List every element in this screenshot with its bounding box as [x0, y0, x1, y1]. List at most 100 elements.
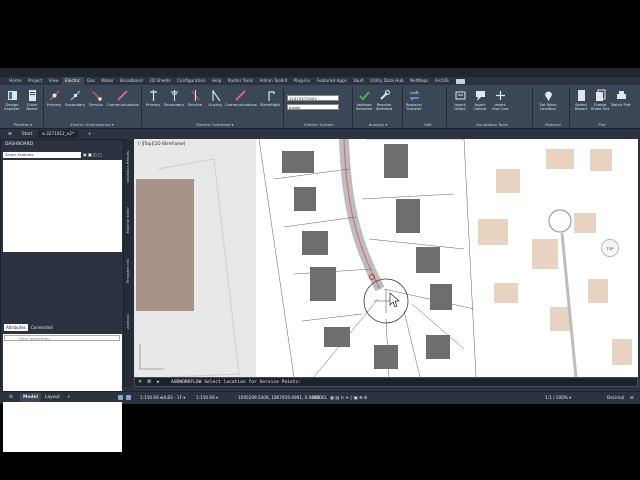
ribbon-tab-help[interactable]: Help	[209, 77, 225, 85]
design-explorer-button[interactable]: Design Explorer	[2, 89, 22, 112]
ug-secondary-button[interactable]: Secondary	[65, 89, 85, 107]
dashboard-toolbar-icons[interactable]: ▣ ■ ◫ □	[83, 152, 102, 157]
oh-primary-button[interactable]: Primary	[143, 89, 163, 107]
clash-board-button[interactable]: Clash Board	[22, 89, 42, 112]
ug-service-button[interactable]: Service	[86, 89, 106, 107]
voltage-combo[interactable]: 12470Y/7200V	[287, 95, 339, 101]
street	[560, 232, 578, 377]
secondary-pole-icon	[170, 90, 178, 101]
tab-drawing[interactable]: a-3271012_v2*	[38, 130, 79, 138]
insert-detail-button[interactable]: Insert Detail	[450, 89, 470, 112]
ribbon-tab-netmaps[interactable]: NetMaps	[407, 77, 432, 85]
location-pin-icon	[544, 91, 552, 101]
replace-transfer-button[interactable]: Replace/ Transfer	[404, 89, 424, 112]
validate-selected-button[interactable]: Validate Selected	[354, 89, 374, 112]
vtab-analysis[interactable]: Analysis	[126, 314, 130, 329]
customize-menu-icon[interactable]: ☰	[630, 394, 634, 401]
vtab-validation-results[interactable]: Validation Results	[126, 151, 130, 183]
command-customize-icon[interactable]: ⚙	[147, 379, 151, 385]
drawing-canvas[interactable]: [-][Top][2D Wireframe] TOP	[134, 139, 638, 377]
electric-overhead-panel-label[interactable]: Electric Overhead ▾	[150, 122, 280, 127]
ribbon-tab-vault[interactable]: Vault	[350, 77, 367, 85]
ribbon-tab-broadband[interactable]: Broadband	[117, 77, 146, 85]
ribbon-tab-electric[interactable]: Electric	[61, 77, 84, 85]
vtab-template-info[interactable]: Template Info	[126, 259, 130, 283]
resolve-selected-button[interactable]: Resolve Selected	[374, 89, 394, 112]
layer-dropdown[interactable]: UL83 - 1F ▾	[162, 394, 185, 401]
ribbon-tab-water[interactable]: Water	[98, 77, 117, 85]
secondary-cable-icon	[69, 90, 81, 101]
oh-streetlight-button[interactable]: Streetlight	[258, 89, 282, 107]
oh-communications-button[interactable]: Communications	[225, 89, 257, 107]
ribbon-tab-project[interactable]: Project	[25, 77, 46, 85]
viewport-controls-label[interactable]: [-][Top][2D Wireframe]	[138, 141, 185, 146]
add-layout-button[interactable]: +	[64, 393, 74, 402]
tab-attributes[interactable]: Attributes	[4, 324, 28, 331]
oh-guying-button[interactable]: Guying	[205, 89, 225, 107]
select-report-button[interactable]: Select Report	[571, 89, 591, 112]
large-building	[136, 179, 194, 311]
resolve-selected-label: Resolve Selected	[375, 102, 393, 112]
ribbon-tab-configuration[interactable]: Configuration	[174, 77, 209, 85]
command-history-icon[interactable]: ▸	[157, 379, 160, 385]
dashboard-panel: DASHBOARD Select features ▣ ■ ◫ □ Attrib…	[0, 139, 124, 452]
oh-service-label: Service	[187, 102, 203, 107]
filter-properties-input[interactable]: Filter properties...	[4, 335, 120, 341]
ribbon-toggle-icon[interactable]	[455, 78, 465, 84]
features-list[interactable]	[3, 160, 122, 252]
ribbon-separator	[446, 87, 447, 127]
select-features-dropdown[interactable]: Select features	[3, 152, 81, 158]
drafting-toggles[interactable]: ▦ ▤ ↻ ✦ ◊ ▣ ⊕ ⚙	[330, 394, 368, 401]
ribbon-tab-plug-ins[interactable]: Plug-ins	[291, 77, 314, 85]
create-sheet-set-button[interactable]: Create Sheet Set	[590, 89, 610, 112]
insert-callout-button[interactable]: Insert Callout	[470, 89, 490, 112]
zoom-dropdown[interactable]: 1:1 / 100% ▾	[545, 394, 571, 401]
analysis-panel-label[interactable]: Analysis ▾	[360, 122, 396, 127]
tab-layout[interactable]: Layout	[42, 393, 63, 402]
phase-combo[interactable]: Install	[287, 104, 339, 110]
ribbon-tab-view[interactable]: View	[45, 77, 61, 85]
title-bar	[0, 68, 640, 77]
ug-communications-button[interactable]: Communications	[107, 89, 139, 107]
app-window: Home Project View Electric Gas Water Broadband…	[0, 68, 640, 452]
ribbon-tab-arcgis[interactable]: ArcGIS	[432, 77, 452, 85]
oh-service-button[interactable]: Service	[185, 89, 205, 107]
ribbon-tab-featured-apps[interactable]: Featured Apps	[313, 77, 350, 85]
tab-start[interactable]: Start	[18, 130, 36, 138]
grid-toggle-icon[interactable]	[118, 395, 123, 400]
ribbon-separator	[569, 87, 570, 127]
command-close-icon[interactable]: ✕	[138, 379, 142, 385]
oh-communications-label: Communications	[225, 102, 257, 107]
palettes-panel-label[interactable]: Palettes ▾	[6, 122, 40, 127]
ribbon-tab-admin-toolkit[interactable]: Admin Toolkit	[256, 77, 290, 85]
add-tab-button[interactable]: +	[84, 130, 96, 138]
map-drawing[interactable]	[134, 139, 638, 377]
vertical-palette-tabs: Validation Results Material Editor Templ…	[124, 139, 134, 387]
ribbon-tab-2d-sheets[interactable]: 2D Sheets	[146, 77, 174, 85]
layout-menu-icon[interactable]: ☰	[6, 393, 16, 402]
tab-model[interactable]: Model	[20, 393, 42, 402]
validate-selected-label: Validate Selected	[355, 102, 373, 112]
ribbon-tab-raster-tools[interactable]: Raster Tools	[225, 77, 257, 85]
annotation-scale[interactable]: 1:150.69 ▾	[196, 394, 218, 401]
electric-underground-panel-label[interactable]: Electric Underground ▾	[48, 122, 136, 127]
oh-secondary-button[interactable]: Secondary	[164, 89, 184, 107]
units-label[interactable]: Decimal	[607, 394, 624, 401]
model-space-toggle[interactable]: MODEL	[312, 394, 327, 401]
scale-dropdown[interactable]: 1:150.69 ▾	[140, 394, 162, 401]
command-line[interactable]: ✕ ⚙ ▸ AUDWORKFLOW Select location for Se…	[134, 377, 638, 387]
menu-icon[interactable]: ☰	[4, 130, 16, 138]
ribbon-tab-home[interactable]: Home	[6, 77, 25, 85]
ribbon-tab-gas[interactable]: Gas	[84, 77, 98, 85]
ug-secondary-label: Secondary	[65, 102, 86, 107]
ribbon-tab-utility-data-hub[interactable]: Utility Data Hub	[367, 77, 407, 85]
set-work-location-button[interactable]: Set Work Location	[536, 89, 560, 112]
vtab-material-editor[interactable]: Material Editor	[126, 207, 130, 233]
insert-oneline-button[interactable]: Insert One Line	[490, 89, 510, 112]
batch-plot-button[interactable]: Batch Plot	[610, 89, 632, 107]
ug-primary-button[interactable]: Primary	[44, 89, 64, 107]
set-work-location-label: Set Work Location	[539, 102, 557, 112]
viewcube[interactable]: TOP	[601, 239, 619, 257]
snap-toggle-icon[interactable]	[126, 395, 131, 400]
tab-connected[interactable]: Connected	[29, 324, 55, 331]
